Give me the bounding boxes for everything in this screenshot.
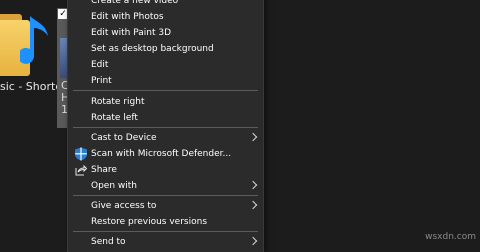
context-menu: Create a new video Edit with Photos Edit…	[67, 0, 264, 252]
menu-item-label: Rotate left	[91, 113, 138, 123]
music-shortcut-icon[interactable]: sic - Shortcut	[0, 0, 73, 128]
menu-item-label: Edit	[91, 60, 109, 70]
share-icon	[75, 164, 87, 176]
menu-item-label: Edit with Photos	[91, 12, 164, 22]
menu-item-edit-photos[interactable]: Edit with Photos	[68, 9, 263, 25]
menu-item-label: Print	[91, 76, 112, 86]
menu-item-edit-paint3d[interactable]: Edit with Paint 3D	[68, 25, 263, 41]
music-note-icon	[20, 16, 48, 64]
menu-item-label: Send to	[91, 237, 126, 247]
menu-item-label: Open with	[91, 181, 137, 191]
menu-item-label: Create a new video	[91, 0, 179, 6]
menu-separator	[73, 195, 258, 196]
chevron-right-icon	[248, 200, 258, 210]
menu-item-print[interactable]: Print	[68, 73, 263, 89]
menu-item-send-to[interactable]: Send to	[68, 234, 263, 250]
chevron-right-icon	[248, 236, 258, 246]
menu-item-set-background[interactable]: Set as desktop background	[68, 41, 263, 57]
menu-separator	[73, 127, 258, 128]
menu-item-open-with[interactable]: Open with	[68, 178, 263, 194]
menu-item-label: Rotate right	[91, 97, 145, 107]
menu-item-label: Share	[91, 165, 117, 175]
menu-item-create-video[interactable]: Create a new video	[68, 0, 263, 9]
menu-item-rotate-right[interactable]: Rotate right	[68, 94, 263, 110]
menu-item-edit[interactable]: Edit	[68, 57, 263, 73]
menu-item-label: Edit with Paint 3D	[91, 28, 172, 38]
menu-item-scan-defender[interactable]: Scan with Microsoft Defender...	[68, 146, 263, 162]
defender-shield-icon	[75, 147, 87, 161]
menu-item-restore-versions[interactable]: Restore previous versions	[68, 214, 263, 230]
menu-item-label: Restore previous versions	[91, 217, 208, 227]
menu-item-rotate-left[interactable]: Rotate left	[68, 110, 263, 126]
menu-separator	[73, 231, 258, 232]
chevron-right-icon	[248, 180, 258, 190]
chevron-right-icon	[248, 132, 258, 142]
watermark-text: wsxdn.com	[425, 232, 476, 242]
menu-item-give-access[interactable]: Give access to	[68, 198, 263, 214]
menu-item-cast-to-device[interactable]: Cast to Device	[68, 130, 263, 146]
menu-item-label: Scan with Microsoft Defender...	[91, 149, 232, 159]
music-shortcut-label: sic - Shortcut	[0, 80, 73, 93]
menu-item-label: Give access to	[91, 201, 157, 211]
menu-item-label: Set as desktop background	[91, 44, 214, 54]
menu-item-label: Cast to Device	[91, 133, 157, 143]
menu-item-share[interactable]: Share	[68, 162, 263, 178]
menu-separator	[73, 90, 258, 91]
